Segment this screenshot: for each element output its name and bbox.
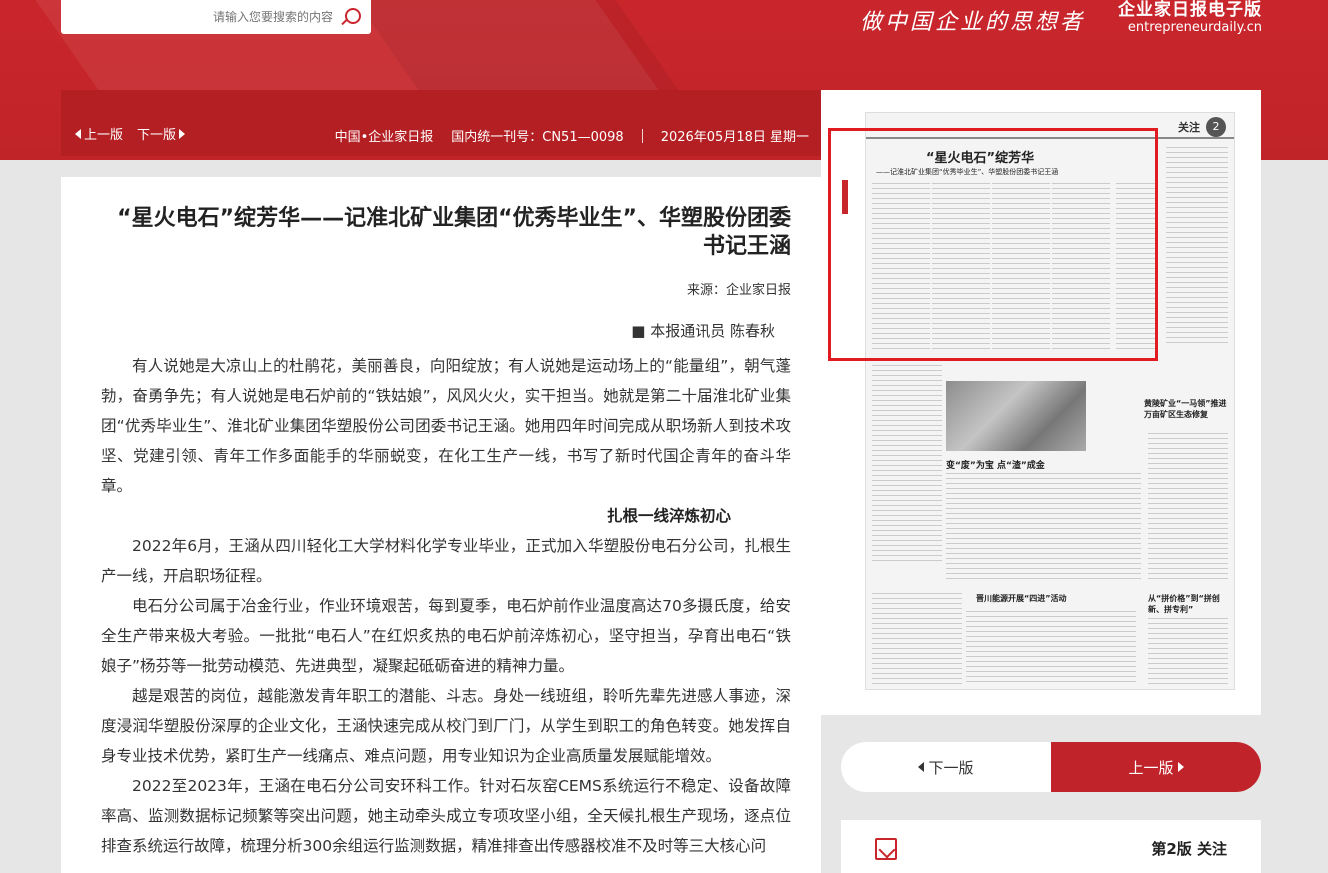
page-thumbnail[interactable]: 2 关注 “星火电石”绽芳华 ——记淮北矿业集团“优秀毕业生”、华塑股份团委书记… [865,112,1235,690]
thumb-text-column [872,593,962,685]
thumb-text-column [946,473,1141,583]
page-list-label: 第2版 关注 [1151,840,1227,858]
slogan: 做中国企业的思想者 [860,10,1086,35]
next-page-button-label: 下一版 [928,758,974,777]
search-input[interactable] [103,10,333,24]
brand-name: 企业家日报电子版 [1118,0,1262,20]
next-page-link[interactable]: 下一版 [137,124,186,143]
prev-page-button-label: 上一版 [1128,758,1174,777]
article-paragraph: 越是艰苦的岗位，越能激发青年职工的潜能、斗志。身处一线班组，聆听先辈先进感人事迹… [101,687,791,765]
thumb-page-number: 2 [1206,117,1226,137]
thumb-text-column [872,183,930,353]
issue-meta: 中国•企业家日报 国内统一刊号：CN51—0098 2026年05月18日 星期… [335,126,809,145]
article-source: 来源：企业家日报 [686,283,791,298]
prev-page-button[interactable]: 上一版 [1051,742,1261,792]
thumb-text-column [992,183,1050,353]
next-page-label: 下一版 [137,128,177,143]
article-paragraph: 有人说她是大凉山上的杜鹃花，美丽善良，向阳绽放；有人说她是运动场上的“能量组”，… [101,357,791,495]
paper-name: 中国•企业家日报 [334,130,434,145]
page-thumbnail-panel: 2 关注 “星火电石”绽芳华 ——记淮北矿业集团“优秀毕业生”、华塑股份团委书记… [821,90,1261,715]
thumb-text-column [966,611,1136,685]
brand-domain: entrepreneurdaily.cn [1127,20,1262,35]
thumb-text-column [932,183,990,353]
thumb-text-column [1148,433,1228,583]
search-box[interactable] [61,0,371,34]
arrow-left-icon [75,128,81,139]
thumb-headline[interactable]: 晋川能源开展“四进”活动 [976,593,1067,604]
thumb-text-column [1166,147,1228,347]
article: “星火电石”绽芳华——记准北矿业集团“优秀毕业生”、华塑股份团委书记王涵 来源：… [61,177,821,873]
arrow-right-icon [1177,762,1184,772]
thumb-text-column [1052,183,1110,353]
section-title: 扎根一线淬炼初心 [606,507,731,525]
issue-date: 2026年05月18日 星期一 [660,130,809,145]
thumb-photo [946,381,1086,451]
search-icon[interactable] [339,6,361,28]
next-page-button[interactable]: 下一版 [841,742,1051,792]
brand-logo[interactable]: 企业家日报电子版 entrepreneurdaily.cn [1118,0,1262,36]
article-byline: ■ 本报通讯员 陈春秋 [631,322,775,340]
arrow-right-icon [179,128,186,139]
thumb-subheadline: ——记淮北矿业集团“优秀毕业生”、华塑股份团委书记王涵 [876,168,1059,176]
thumb-headline[interactable]: 变“废”为宝 点“渣”成金 [946,458,1045,471]
arrow-left-icon [918,762,925,772]
prev-page-label: 上一版 [84,128,124,143]
prev-page-link[interactable]: 上一版 [75,124,123,143]
page-nav: 上一版 下一版 [75,124,186,143]
article-paragraph: 2022年6月，王涵从四川轻化工大学材料化学专业毕业，正式加入华塑股份电石分公司… [101,537,791,585]
thumb-headline[interactable]: 从“拼价格”到“拼创新、拼专利” [1148,593,1232,615]
info-bar: 上一版 下一版 中国•企业家日报 国内统一刊号：CN51—0098 2026年0… [61,90,821,156]
article-paragraph: 2022至2023年，王涵在电石分公司安环科工作。针对石灰窑CEMS系统运行不稳… [101,777,791,855]
page-pager: 下一版 上一版 [841,742,1261,792]
issn: 国内统一刊号：CN51—0098 [451,130,624,145]
pdf-download-icon[interactable] [875,838,897,860]
thumb-text-column [1148,618,1228,685]
page-list-item[interactable]: 第2版 关注 [841,820,1261,873]
thumb-section: 关注 [1178,121,1200,134]
thumb-headline[interactable]: 黄陵矿业“一马领”推进万亩矿区生态修复 [1144,398,1230,420]
thumb-text-column [1116,183,1156,353]
article-title: “星火电石”绽芳华——记准北矿业集团“优秀毕业生”、华塑股份团委书记王涵 [117,206,791,259]
current-article-marker [842,180,848,214]
divider [641,128,643,143]
thumb-headline[interactable]: “星火电石”绽芳华 [926,147,1034,166]
thumb-text-column [872,365,942,565]
article-paragraph: 电石分公司属于冶金行业，作业环境艰苦，每到夏季，电石炉前作业温度高达70多摄氏度… [101,597,791,675]
